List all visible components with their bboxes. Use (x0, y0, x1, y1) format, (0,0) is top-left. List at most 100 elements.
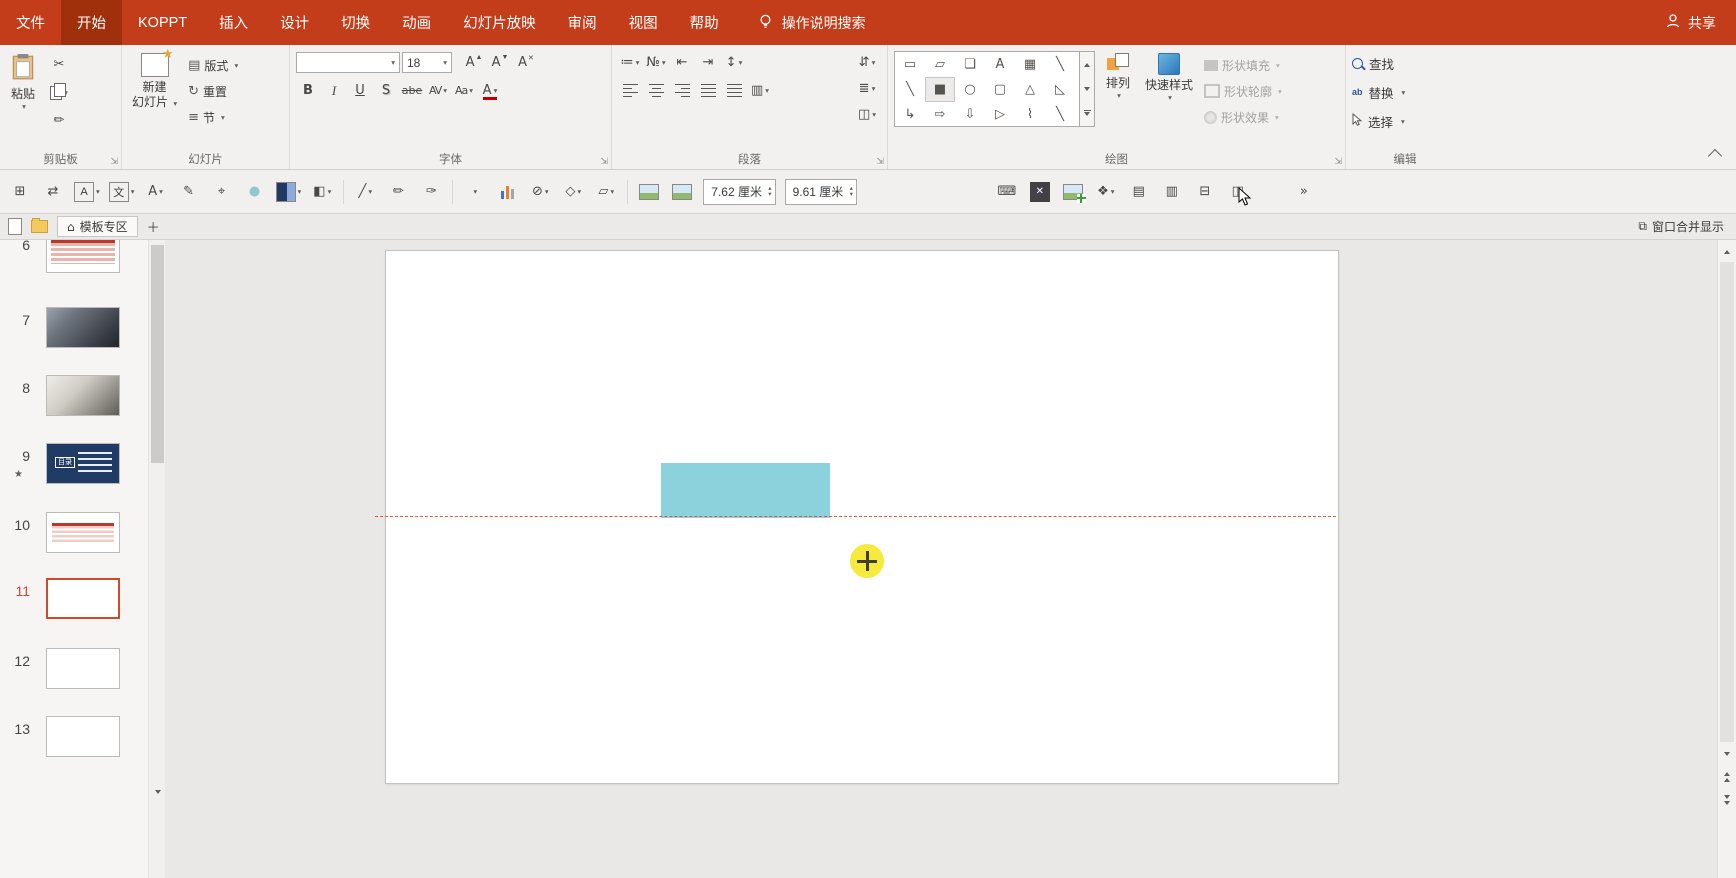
shape-cell[interactable]: ▦ (1015, 52, 1045, 77)
menu-tab-切换[interactable]: 切换 (325, 0, 386, 45)
shape-cell[interactable]: ⌇ (1015, 102, 1045, 126)
font-color-icon[interactable]: A ▾ (144, 180, 168, 203)
theme-color-icon[interactable]: ▾ (275, 180, 301, 203)
tell-me-search[interactable]: 操作说明搜索 (757, 0, 866, 45)
shape-width-spinner[interactable]: 7.62 厘米 ▴ ▾ (703, 178, 776, 205)
underline-button[interactable]: U (348, 79, 372, 102)
merge-windows-button[interactable]: ⧉ 窗口合并显示 (1638, 218, 1724, 235)
shape-cell[interactable]: ○ (955, 77, 985, 102)
shape-cell[interactable]: △ (1015, 77, 1045, 102)
distribute-button[interactable] (722, 79, 746, 102)
gallery-down-button[interactable] (1080, 77, 1094, 102)
shape-cell[interactable]: ▷ (985, 102, 1015, 126)
shape-cell[interactable]: ▢ (985, 77, 1015, 102)
eyedropper-icon[interactable]: ✑ (419, 180, 443, 203)
shape-cell[interactable]: ⇩ (955, 102, 985, 126)
menu-tab-文件[interactable]: 文件 (0, 0, 61, 45)
shape-cell[interactable]: ╲ (1045, 102, 1075, 126)
slide-thumbnail-12[interactable] (46, 648, 120, 689)
thumbnail-scrollbar[interactable] (148, 240, 166, 878)
slide-thumbnail-9[interactable]: 目录 (46, 443, 120, 484)
paste-button[interactable]: 粘贴 ▾ (6, 51, 40, 151)
vertical-scrollbar[interactable] (1717, 240, 1736, 878)
scrollbar-thumb[interactable] (1720, 262, 1734, 742)
clear-formatting-button[interactable]: A ✕ (514, 51, 538, 74)
ellipse-icon[interactable]: ● (243, 180, 267, 203)
text-shadow-button[interactable]: S (374, 79, 398, 102)
scroll-down-button[interactable] (149, 784, 166, 800)
slide-thumbnail-6[interactable] (46, 240, 120, 273)
font-size-select[interactable]: 18 ▾ (402, 52, 452, 73)
find-button[interactable]: 查找 (1352, 51, 1458, 75)
menu-tab-插入[interactable]: 插入 (203, 0, 264, 45)
dialog-launcher-icon[interactable]: ⇲ (110, 157, 118, 166)
layout-button[interactable]: ▤ 版式 ▾ (188, 54, 238, 76)
menu-tab-开始[interactable]: 开始 (61, 0, 122, 45)
bullets-button[interactable]: ≔ ▾ (618, 51, 642, 74)
insert-picture-icon[interactable] (1061, 180, 1086, 203)
select-button[interactable]: 选择 ▾ (1352, 109, 1458, 133)
align-shapes-icon[interactable]: ⊞ (8, 180, 32, 203)
menu-tab-帮助[interactable]: 帮助 (674, 0, 735, 45)
keyboard-icon[interactable]: ⌨ (995, 180, 1019, 203)
menu-tab-动画[interactable]: 动画 (386, 0, 447, 45)
share-button[interactable]: 共享 (1645, 0, 1736, 45)
menu-tab-KOPPT[interactable]: KOPPT (122, 0, 203, 45)
shapes-icon[interactable]: ◇ ▾ (561, 180, 585, 203)
slide-thumbnail-11[interactable] (46, 578, 120, 619)
spinner-arrows-icon[interactable]: ▴ ▾ (850, 185, 853, 198)
quick-styles-button[interactable]: 快速样式 ▾ (1141, 51, 1197, 151)
section-button[interactable]: ≡ 节 ▾ (188, 106, 238, 128)
cn-text-icon[interactable]: 文 ▾ (108, 180, 135, 203)
scroll-down-button[interactable] (1719, 746, 1735, 762)
decrease-font-size-button[interactable]: A ▼ (488, 51, 512, 74)
paragraph-style-icon[interactable]: ▾ (462, 180, 486, 203)
fill-bucket-icon[interactable]: ◧ ▾ (310, 180, 334, 203)
open-folder-icon[interactable] (31, 218, 48, 233)
overflow-button[interactable]: » (1292, 180, 1316, 203)
skew-icon[interactable]: ▱ ▾ (594, 180, 618, 203)
increase-indent-button[interactable]: ⇥ (696, 51, 720, 74)
numbering-button[interactable]: № ▾ (644, 51, 668, 74)
position-icon[interactable]: ⌖ (210, 180, 234, 203)
justify-button[interactable] (696, 79, 720, 102)
shape-cell[interactable]: ▱ (925, 52, 955, 77)
swap-order-icon[interactable]: ⇄ (41, 180, 65, 203)
align-center-button[interactable] (644, 79, 668, 102)
shape-fill-button[interactable]: 形状填充 ▾ (1204, 54, 1282, 76)
reset-button[interactable]: ↻ 重置 (188, 80, 238, 102)
delete-tile-icon[interactable]: ✕ (1028, 180, 1052, 203)
character-spacing-button[interactable]: AV ▾ (426, 79, 450, 102)
text-style-icon[interactable]: A ▾ (74, 180, 100, 203)
slide-thumbnail-10[interactable] (46, 512, 120, 553)
editor-canvas[interactable] (165, 240, 1718, 878)
font-color-button[interactable]: A ▾ (478, 79, 502, 102)
shape-cell[interactable]: ◺ (1045, 77, 1075, 102)
arrange-button[interactable]: 排列 ▾ (1102, 51, 1134, 151)
picture-2-icon[interactable] (670, 180, 694, 203)
previous-slide-button[interactable] (1719, 768, 1735, 784)
slide-thumbnail-7[interactable] (46, 307, 120, 348)
increase-font-size-button[interactable]: A ▲ (462, 51, 486, 74)
columns-button[interactable]: ▥ ▾ (748, 79, 772, 102)
panel-rows-icon[interactable]: ▤ (1127, 180, 1151, 203)
menu-tab-视图[interactable]: 视图 (613, 0, 674, 45)
format-painter-button[interactable]: ✏ (47, 109, 71, 132)
bold-button[interactable]: B (296, 79, 320, 102)
menu-tab-审阅[interactable]: 审阅 (552, 0, 613, 45)
shape-cell[interactable]: ❏ (955, 52, 985, 77)
new-document-icon[interactable] (8, 218, 22, 235)
align-left-button[interactable] (618, 79, 642, 102)
copy-button[interactable]: ▾ (47, 81, 71, 104)
gallery-more-button[interactable] (1080, 101, 1094, 126)
panel-cols-icon[interactable]: ▥ (1160, 180, 1184, 203)
slide-thumbnail-13[interactable] (46, 716, 120, 757)
chart-icon[interactable] (495, 180, 519, 203)
window-grid-icon[interactable]: ❖ ▾ (1094, 180, 1118, 203)
scroll-up-button[interactable] (1719, 243, 1735, 259)
shape-cell[interactable]: ■ (925, 77, 955, 102)
shape-cell[interactable]: ▭ (895, 52, 925, 77)
shape-height-spinner[interactable]: 9.61 厘米 ▴ ▾ (784, 178, 857, 205)
pen-icon[interactable]: ✎ (177, 180, 201, 203)
template-zone-tab[interactable]: ⌂ 模板专区 (57, 216, 138, 237)
